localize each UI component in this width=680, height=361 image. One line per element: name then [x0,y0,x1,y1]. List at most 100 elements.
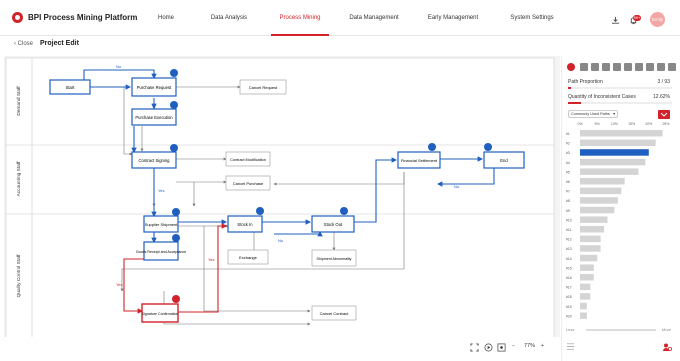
path-row-label: #2 [566,142,570,146]
node-count-icon [484,143,492,151]
paths-dropdown[interactable]: Commonly Used Paths ▾ [568,110,618,118]
svg-text:Signature Confirmation: Signature Confirmation [142,312,179,316]
path-bar[interactable] [580,130,663,137]
path-bar[interactable] [580,178,625,185]
path-bar[interactable] [580,206,615,214]
svg-text:Goods Receipt and Acceptance: Goods Receipt and Acceptance [136,250,186,254]
fit-icon[interactable] [497,343,506,352]
path-bar[interactable] [580,197,618,204]
path-proportion-bar [568,87,672,89]
path-bar[interactable] [580,302,587,310]
lane-accounting: Accounting Staff [16,161,22,197]
path-icon[interactable] [567,63,575,71]
close-label: Close [17,41,34,47]
path-bar[interactable] [580,283,591,291]
node-count-icon [170,69,178,77]
less-label[interactable]: Less [566,327,574,332]
process-canvas[interactable]: Demand Staff Accounting Staff Quality Co… [4,56,560,340]
tool-icon-7[interactable] [646,63,654,71]
tool-icon-4[interactable] [613,63,621,71]
node-count-icon [172,234,180,242]
path-bar[interactable] [580,187,622,195]
path-row-label: #15 [566,266,572,270]
logo[interactable]: BPI Process Mining Platform [12,12,137,23]
nav-system-settings[interactable]: System Settings [502,0,562,36]
tool-icon-8[interactable] [657,63,665,71]
download-icon[interactable] [611,16,620,25]
sort-icon[interactable] [658,110,670,119]
tool-icon-6[interactable] [635,63,643,71]
tool-icon-1[interactable] [580,63,588,71]
node-exchange[interactable]: Exchange [227,249,269,265]
svg-text:Financial Settlement: Financial Settlement [401,158,438,163]
path-bar[interactable] [580,226,605,233]
svg-text:Cancel Purchase: Cancel Purchase [233,181,264,186]
axis-tick-label: 0% [577,122,582,126]
path-row-label: #6 [566,180,570,184]
path-bar[interactable] [580,245,601,252]
play-icon[interactable] [484,343,493,352]
edge-label-no-3: No [454,184,460,189]
tool-icon-9[interactable] [668,63,676,71]
node-cancel-request[interactable]: Cancel Request [239,79,287,95]
path-row-label: #5 [566,170,570,174]
path-bar[interactable] [580,264,594,271]
expand-icon[interactable] [470,343,479,352]
tool-icon-2[interactable] [591,63,599,71]
lane-quality-control: Quality Control Staff [16,254,22,298]
sub-bar: ‹ Close Project Edit [0,37,680,55]
svg-text:Shipment Abnormality: Shipment Abnormality [317,257,352,261]
path-bar[interactable] [580,149,649,156]
path-bar[interactable] [580,254,598,262]
app-title: BPI Process Mining Platform [28,13,138,22]
path-bar[interactable] [580,158,646,166]
svg-text:Cancel Contract: Cancel Contract [320,311,350,316]
nav-early-management[interactable]: Early Management [421,0,485,36]
node-contract-modification[interactable]: Contract Modification [225,151,271,167]
path-bar[interactable] [580,312,587,319]
user-settings-icon[interactable] [662,342,672,352]
path-bar[interactable] [580,293,591,300]
node-count-icon [428,143,436,151]
swimlane-frame [5,57,555,339]
nav-data-analysis[interactable]: Data Analysis [202,0,256,36]
path-slider[interactable] [586,329,656,331]
logo-icon [12,12,23,23]
node-cancel-contract[interactable]: Cancel Contract [311,305,357,321]
svg-text:Cancel Request: Cancel Request [249,85,278,90]
tool-icon-3[interactable] [602,63,610,71]
close-button[interactable]: ‹ Close [14,41,33,47]
lane-demand: Demand Staff [16,86,22,116]
path-bar[interactable] [580,274,594,281]
path-bar[interactable] [580,235,601,243]
more-label[interactable]: More [662,327,671,332]
path-bar[interactable] [580,216,608,223]
zoom-in-button[interactable]: + [541,343,544,349]
edge-label-yes-2: Yes [208,257,215,262]
svg-text:Supplier Shipment: Supplier Shipment [145,222,179,227]
zoom-out-button[interactable]: − [512,343,515,349]
axis-tick-label: 15% [628,122,635,126]
path-bar[interactable] [580,139,656,147]
node-count-icon [256,207,264,215]
svg-text:Start: Start [66,85,76,90]
svg-text:Purchase Request: Purchase Request [137,85,172,90]
nav-data-management[interactable]: Data Management [344,0,404,36]
nav-home[interactable]: Home [146,0,186,36]
node-shipment-abnormality[interactable]: Shipment Abnormality [311,249,357,267]
edge-label-yes-3: Yes [158,188,165,193]
inconsistent-fill [568,102,582,104]
path-bar[interactable] [580,168,639,175]
path-row-label: #20 [566,314,572,318]
right-panel: Path Proportion 3 / 93 Quantity of Incon… [561,56,680,361]
nav-process-mining[interactable]: Process Mining [271,0,329,36]
node-start[interactable]: Start [49,79,91,95]
tool-icon-5[interactable] [624,63,632,71]
path-row-label: #10 [566,218,572,222]
notification-badge: 99+ [633,15,641,21]
avatar[interactable]: Emily [650,12,665,27]
node-cancel-purchase[interactable]: Cancel Purchase [225,175,271,191]
paths-dropdown-value: Commonly Used Paths [571,112,610,116]
list-icon[interactable] [566,342,575,351]
edge-label-no-2: No [278,238,284,243]
